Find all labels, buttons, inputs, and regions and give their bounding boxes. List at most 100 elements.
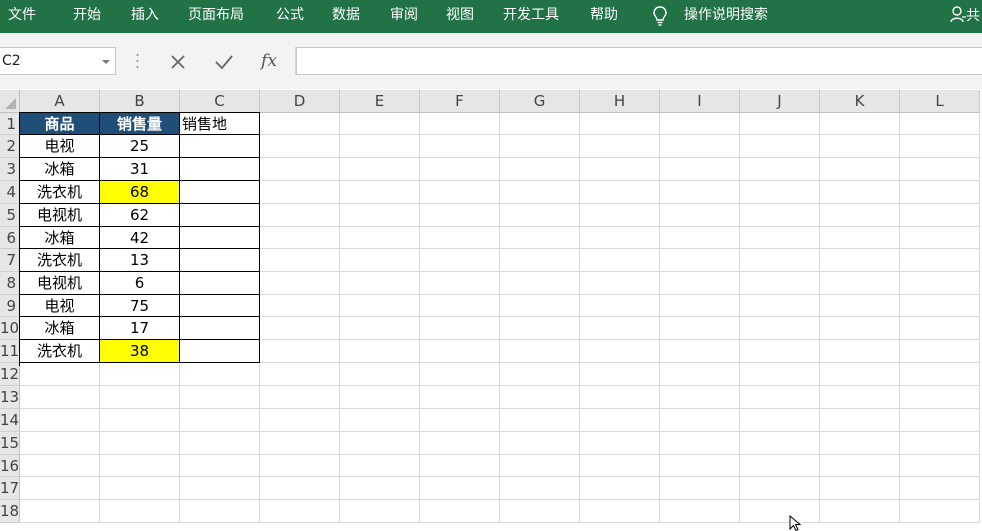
cell-g3[interactable]: [500, 158, 580, 181]
cell-j14[interactable]: [740, 409, 820, 432]
cell-g17[interactable]: [500, 477, 580, 500]
cell-h7[interactable]: [580, 249, 660, 272]
cell-k8[interactable]: [820, 272, 900, 295]
tab-help[interactable]: 帮助: [590, 6, 618, 24]
column-header-d[interactable]: D: [260, 90, 340, 113]
cell-k15[interactable]: [820, 432, 900, 455]
cell-g11[interactable]: [500, 340, 580, 363]
cell-j12[interactable]: [740, 363, 820, 386]
cell-l12[interactable]: [900, 363, 980, 386]
cell-h17[interactable]: [580, 477, 660, 500]
cell-k4[interactable]: [820, 181, 900, 204]
cell-i13[interactable]: [660, 386, 740, 409]
row-header-8[interactable]: 8: [0, 272, 20, 295]
row-header-1[interactable]: 1: [0, 113, 20, 135]
cell-c1[interactable]: 销售地: [180, 113, 260, 135]
cell-b11[interactable]: 38: [100, 340, 180, 363]
cell-a7[interactable]: 洗衣机: [20, 249, 100, 272]
cell-k18[interactable]: [820, 500, 900, 523]
column-header-h[interactable]: H: [580, 90, 660, 113]
cell-d3[interactable]: [260, 158, 340, 181]
cell-d2[interactable]: [260, 135, 340, 158]
tab-insert[interactable]: 插入: [131, 6, 159, 24]
cell-b10[interactable]: 17: [100, 317, 180, 340]
cell-j17[interactable]: [740, 477, 820, 500]
cell-h15[interactable]: [580, 432, 660, 455]
cell-c9[interactable]: [180, 295, 260, 317]
cell-i8[interactable]: [660, 272, 740, 295]
cell-l11[interactable]: [900, 340, 980, 363]
cell-g2[interactable]: [500, 135, 580, 158]
chevron-down-icon[interactable]: [102, 60, 110, 64]
cell-i2[interactable]: [660, 135, 740, 158]
cell-l8[interactable]: [900, 272, 980, 295]
cell-i3[interactable]: [660, 158, 740, 181]
cell-c14[interactable]: [180, 409, 260, 432]
cell-g5[interactable]: [500, 204, 580, 227]
cell-h3[interactable]: [580, 158, 660, 181]
cell-b4[interactable]: 68: [100, 181, 180, 204]
cell-k9[interactable]: [820, 295, 900, 317]
cell-j10[interactable]: [740, 317, 820, 340]
cell-i4[interactable]: [660, 181, 740, 204]
cell-c10[interactable]: [180, 317, 260, 340]
column-header-l[interactable]: L: [900, 90, 980, 113]
cell-d1[interactable]: [260, 113, 340, 135]
cell-f7[interactable]: [420, 249, 500, 272]
cell-i17[interactable]: [660, 477, 740, 500]
cell-d8[interactable]: [260, 272, 340, 295]
cell-g10[interactable]: [500, 317, 580, 340]
cell-e17[interactable]: [340, 477, 420, 500]
cell-f16[interactable]: [420, 455, 500, 477]
tab-view[interactable]: 视图: [446, 6, 474, 24]
cell-b5[interactable]: 62: [100, 204, 180, 227]
cell-i12[interactable]: [660, 363, 740, 386]
row-header-17[interactable]: 17: [0, 477, 20, 500]
cell-c8[interactable]: [180, 272, 260, 295]
cell-d15[interactable]: [260, 432, 340, 455]
cell-e14[interactable]: [340, 409, 420, 432]
cell-l10[interactable]: [900, 317, 980, 340]
cell-h4[interactable]: [580, 181, 660, 204]
cell-e12[interactable]: [340, 363, 420, 386]
cell-b6[interactable]: 42: [100, 227, 180, 249]
cell-a9[interactable]: 电视: [20, 295, 100, 317]
cell-e7[interactable]: [340, 249, 420, 272]
cell-f4[interactable]: [420, 181, 500, 204]
cell-h13[interactable]: [580, 386, 660, 409]
row-header-14[interactable]: 14: [0, 409, 20, 432]
cell-b15[interactable]: [100, 432, 180, 455]
cell-k1[interactable]: [820, 113, 900, 135]
tab-review[interactable]: 审阅: [390, 6, 418, 24]
cell-l13[interactable]: [900, 386, 980, 409]
lightbulb-icon[interactable]: [652, 5, 668, 27]
cell-g9[interactable]: [500, 295, 580, 317]
row-header-16[interactable]: 16: [0, 455, 20, 477]
cell-i18[interactable]: [660, 500, 740, 523]
cell-i11[interactable]: [660, 340, 740, 363]
cell-h11[interactable]: [580, 340, 660, 363]
cell-f10[interactable]: [420, 317, 500, 340]
cell-c15[interactable]: [180, 432, 260, 455]
column-header-g[interactable]: G: [500, 90, 580, 113]
cell-e10[interactable]: [340, 317, 420, 340]
cell-h1[interactable]: [580, 113, 660, 135]
cell-i1[interactable]: [660, 113, 740, 135]
column-header-j[interactable]: J: [740, 90, 820, 113]
cell-e9[interactable]: [340, 295, 420, 317]
cell-j9[interactable]: [740, 295, 820, 317]
cell-a6[interactable]: 冰箱: [20, 227, 100, 249]
cell-a13[interactable]: [20, 386, 100, 409]
cell-l17[interactable]: [900, 477, 980, 500]
column-header-a[interactable]: A: [20, 90, 100, 113]
cell-f8[interactable]: [420, 272, 500, 295]
cell-d9[interactable]: [260, 295, 340, 317]
column-header-i[interactable]: I: [660, 90, 740, 113]
cell-c16[interactable]: [180, 455, 260, 477]
cell-l16[interactable]: [900, 455, 980, 477]
cell-b13[interactable]: [100, 386, 180, 409]
cell-k5[interactable]: [820, 204, 900, 227]
select-all-button[interactable]: [0, 90, 20, 113]
tab-page-layout[interactable]: 页面布局: [188, 6, 244, 24]
cell-j4[interactable]: [740, 181, 820, 204]
